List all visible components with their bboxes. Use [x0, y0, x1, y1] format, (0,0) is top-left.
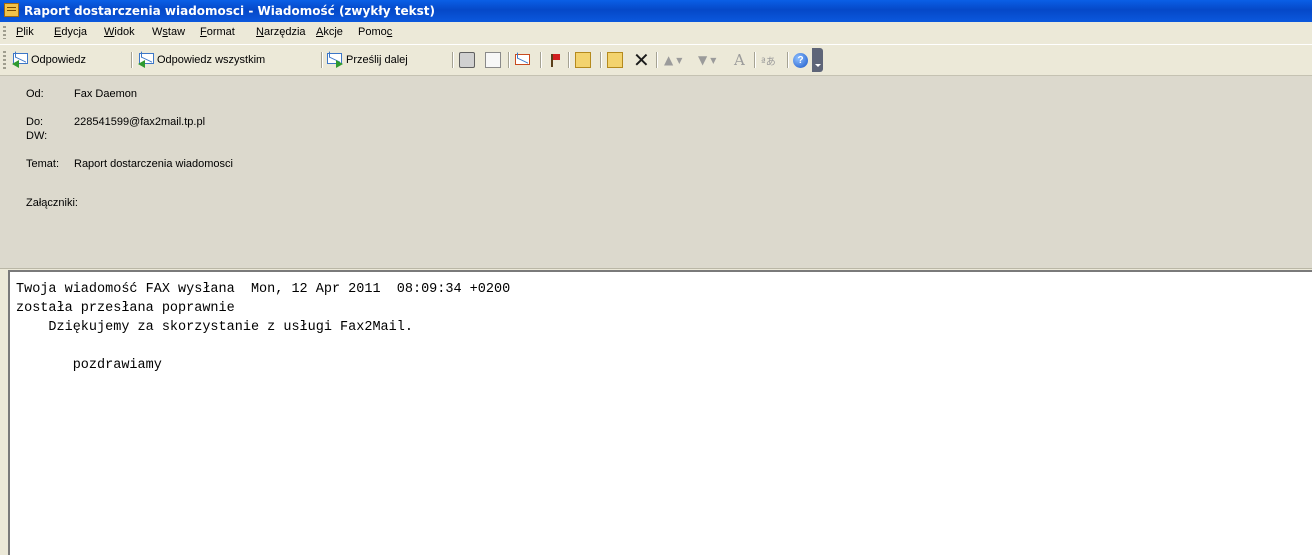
forward-button-label: Prześlij dalej: [346, 54, 408, 66]
toolbar-separator: [568, 52, 570, 68]
toolbar-separator: [656, 52, 658, 68]
dropdown-arrow-icon: ▼: [676, 55, 683, 65]
encoding-icon: ªあ: [761, 56, 776, 68]
attachments-label: Załączniki:: [26, 197, 78, 209]
mark-unread-button[interactable]: [515, 50, 531, 70]
font-size-button[interactable]: A: [734, 50, 745, 70]
message-header: Od: Fax Daemon Do: 228541599@fax2mail.tp…: [0, 76, 1312, 269]
menu-bar: Plik Edycja Widok Wstaw Format Narzędzia…: [0, 22, 1312, 45]
font-size-icon: A: [734, 51, 745, 69]
follow-up-flag-icon: [547, 52, 563, 68]
reply-icon: [12, 52, 28, 68]
print-button[interactable]: [459, 50, 475, 70]
previous-item-button[interactable]: ▲ ▼: [664, 50, 682, 70]
menu-plik[interactable]: Plik: [14, 26, 36, 38]
envelope-mark-icon: [515, 52, 531, 68]
help-icon: ?: [793, 52, 808, 68]
from-value[interactable]: Fax Daemon: [74, 88, 137, 100]
toolbar-separator: [508, 52, 510, 68]
dropdown-arrow-icon: ▼: [710, 55, 717, 65]
toolbar-separator: [600, 52, 602, 68]
reply-all-icon: [138, 52, 154, 68]
move-to-folder-button[interactable]: [575, 50, 591, 70]
next-item-button[interactable]: ▼ ▼: [698, 50, 716, 70]
toolbar-separator: [131, 52, 133, 68]
message-body[interactable]: Twoja wiadomość FAX wysłana Mon, 12 Apr …: [8, 270, 1312, 555]
menu-akcje[interactable]: Akcje: [314, 26, 345, 38]
window-title: Raport dostarczenia wiadomosci - Wiadomo…: [24, 4, 435, 18]
to-value[interactable]: 228541599@fax2mail.tp.pl: [74, 116, 205, 128]
menu-pomoc[interactable]: Pomoc: [356, 26, 394, 38]
standard-toolbar: Odpowiedz Odpowiedz wszystkim Prześlij d…: [0, 45, 1312, 76]
copy-to-folder-icon: [607, 52, 623, 68]
move-to-folder-icon: [575, 52, 591, 68]
help-button[interactable]: ?: [793, 50, 808, 70]
printer-icon: [459, 52, 475, 68]
menu-widok[interactable]: Widok: [102, 26, 137, 38]
menu-narzedzia[interactable]: Narzędzia: [254, 26, 308, 38]
title-bar[interactable]: Raport dostarczenia wiadomosci - Wiadomo…: [0, 0, 1312, 22]
menu-format[interactable]: Format: [198, 26, 237, 38]
from-label: Od:: [26, 88, 44, 100]
forward-icon: [327, 52, 343, 68]
body-line: Twoja wiadomość FAX wysłana Mon, 12 Apr …: [16, 282, 511, 297]
reply-button-label: Odpowiedz: [31, 54, 87, 66]
message-body-text: Twoja wiadomość FAX wysłana Mon, 12 Apr …: [16, 280, 510, 375]
toolbar-separator: [540, 52, 542, 68]
subject-label: Temat:: [26, 158, 60, 170]
follow-up-button[interactable]: [547, 50, 563, 70]
down-arrow-icon: ▼: [698, 53, 708, 67]
body-line: została przesłana poprawnie: [16, 301, 235, 316]
toolbar-separator: [787, 52, 789, 68]
copy-icon: [485, 52, 501, 68]
up-arrow-icon: ▲: [664, 53, 674, 67]
forward-button[interactable]: Prześlij dalej: [327, 50, 408, 70]
copy-button[interactable]: [485, 50, 501, 70]
reply-all-button-label: Odpowiedz wszystkim: [157, 54, 266, 66]
toolbar-overflow-chevron[interactable]: [812, 48, 823, 72]
menubar-grip-handle[interactable]: [3, 26, 6, 39]
copy-to-folder-button[interactable]: [607, 50, 623, 70]
toolbar-separator: [452, 52, 454, 68]
body-line: pozdrawiamy: [16, 358, 162, 373]
toolbar-separator: [754, 52, 756, 68]
cc-label: DW:: [26, 130, 48, 142]
delete-x-icon: ✕: [633, 48, 650, 72]
delete-button[interactable]: ✕: [633, 50, 650, 70]
reply-button[interactable]: Odpowiedz: [12, 50, 86, 70]
message-window-icon[interactable]: [4, 3, 19, 17]
subject-value: Raport dostarczenia wiadomosci: [74, 158, 233, 170]
menu-edycja[interactable]: Edycja: [52, 26, 89, 38]
toolbar-grip-handle[interactable]: [3, 51, 6, 69]
to-label: Do:: [26, 116, 44, 128]
menu-wstaw[interactable]: Wstaw: [150, 26, 187, 38]
body-line: Dziękujemy za skorzystanie z usługi Fax2…: [16, 320, 413, 335]
reply-all-button[interactable]: Odpowiedz wszystkim: [138, 50, 265, 70]
encoding-button[interactable]: ªあ: [761, 50, 776, 70]
toolbar-separator: [321, 52, 323, 68]
